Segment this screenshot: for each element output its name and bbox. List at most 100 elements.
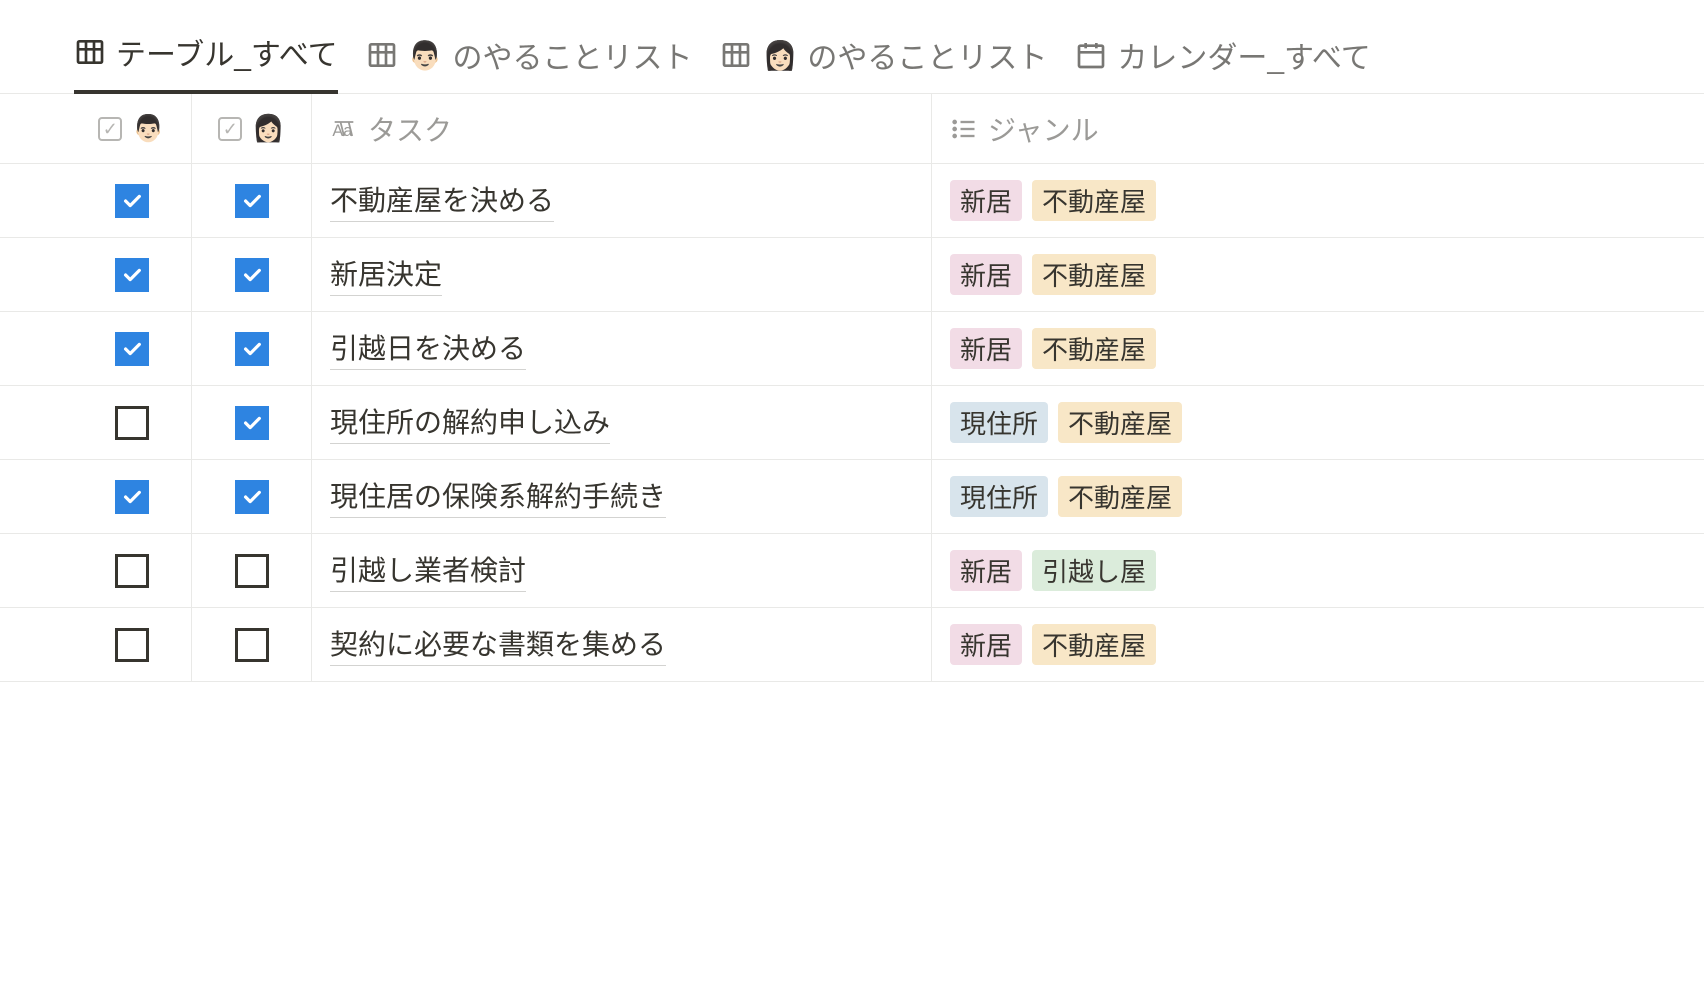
tag-realtor: 不動産屋 <box>1032 624 1156 665</box>
column-header-person1[interactable]: 👨🏻 <box>72 94 192 163</box>
table-row: 引越し業者検討 新居引越し屋 <box>0 534 1704 608</box>
tab-3[interactable]: カレンダー_すべて <box>1075 33 1370 93</box>
row-left-pad <box>0 238 72 311</box>
view-tabs: テーブル_すべて👨🏻のやることリスト👩🏻のやることリストカレンダー_すべて <box>0 0 1704 94</box>
table-header: 👨🏻 👩🏻 Aa タスク ジャンル <box>0 94 1704 164</box>
cell-genre[interactable]: 現住所不動産屋 <box>932 460 1704 533</box>
header-left-pad <box>0 94 72 163</box>
person2-checkbox[interactable] <box>235 332 269 366</box>
calendar-icon <box>1075 39 1107 71</box>
tab-label: のやることリスト <box>452 33 692 77</box>
cell-person2 <box>192 460 312 533</box>
task-title[interactable]: 引越し業者検討 <box>330 549 526 592</box>
person2-checkbox[interactable] <box>235 406 269 440</box>
cell-person2 <box>192 534 312 607</box>
cell-genre[interactable]: 現住所不動産屋 <box>932 386 1704 459</box>
person2-checkbox[interactable] <box>235 554 269 588</box>
tag-realtor: 不動産屋 <box>1032 254 1156 295</box>
cell-person1 <box>72 608 192 681</box>
multiselect-property-icon <box>950 115 978 143</box>
cell-person2 <box>192 164 312 237</box>
tag-realtor: 不動産屋 <box>1058 402 1182 443</box>
cell-task[interactable]: 契約に必要な書類を集める <box>312 608 932 681</box>
row-left-pad <box>0 164 72 237</box>
column-header-task[interactable]: Aa タスク <box>312 94 932 163</box>
task-column-label: タスク <box>368 109 452 149</box>
table-icon <box>74 36 106 68</box>
task-title[interactable]: 引越日を決める <box>330 327 526 370</box>
task-title[interactable]: 契約に必要な書類を集める <box>330 623 666 666</box>
tab-1[interactable]: 👨🏻 のやることリスト <box>366 33 693 93</box>
table-icon <box>366 39 398 71</box>
cell-task[interactable]: 現住所の解約申し込み <box>312 386 932 459</box>
task-title[interactable]: 不動産屋を決める <box>330 179 554 222</box>
text-property-icon: Aa <box>330 115 358 143</box>
tag-mover: 引越し屋 <box>1032 550 1156 591</box>
tag-new_home: 新居 <box>950 180 1022 221</box>
cell-genre[interactable]: 新居不動産屋 <box>932 312 1704 385</box>
table-row: 不動産屋を決める 新居不動産屋 <box>0 164 1704 238</box>
tab-emoji: 👩🏻 <box>762 39 797 72</box>
checkbox-property-icon <box>98 117 122 141</box>
person1-checkbox[interactable] <box>115 184 149 218</box>
tab-emoji: 👨🏻 <box>408 39 443 72</box>
row-left-pad <box>0 312 72 385</box>
cell-person1 <box>72 238 192 311</box>
table-row: 現住居の保険系解約手続き 現住所不動産屋 <box>0 460 1704 534</box>
task-title[interactable]: 現住所の解約申し込み <box>330 401 610 444</box>
person1-checkbox[interactable] <box>115 628 149 662</box>
person2-checkbox[interactable] <box>235 184 269 218</box>
person2-checkbox[interactable] <box>235 628 269 662</box>
cell-task[interactable]: 新居決定 <box>312 238 932 311</box>
table-row: 新居決定 新居不動産屋 <box>0 238 1704 312</box>
person2-emoji: 👩🏻 <box>252 113 284 144</box>
person1-checkbox[interactable] <box>115 480 149 514</box>
tag-realtor: 不動産屋 <box>1032 180 1156 221</box>
cell-person1 <box>72 312 192 385</box>
task-title[interactable]: 新居決定 <box>330 253 442 296</box>
cell-person1 <box>72 386 192 459</box>
tag-realtor: 不動産屋 <box>1032 328 1156 369</box>
column-header-genre[interactable]: ジャンル <box>932 94 1704 163</box>
person1-checkbox[interactable] <box>115 258 149 292</box>
column-header-person2[interactable]: 👩🏻 <box>192 94 312 163</box>
cell-task[interactable]: 引越し業者検討 <box>312 534 932 607</box>
person1-checkbox[interactable] <box>115 332 149 366</box>
person2-checkbox[interactable] <box>235 480 269 514</box>
cell-task[interactable]: 現住居の保険系解約手続き <box>312 460 932 533</box>
cell-genre[interactable]: 新居不動産屋 <box>932 164 1704 237</box>
table-icon <box>720 39 752 71</box>
task-title[interactable]: 現住居の保険系解約手続き <box>330 475 666 518</box>
tab-2[interactable]: 👩🏻 のやることリスト <box>720 33 1047 93</box>
tab-label: のやることリスト <box>807 33 1047 77</box>
cell-person1 <box>72 534 192 607</box>
table-row: 現住所の解約申し込み 現住所不動産屋 <box>0 386 1704 460</box>
cell-task[interactable]: 不動産屋を決める <box>312 164 932 237</box>
database-table: 👨🏻 👩🏻 Aa タスク ジャンル 不動産屋を決める新居不動産屋新居決定新居不動… <box>0 94 1704 682</box>
table-row: 引越日を決める 新居不動産屋 <box>0 312 1704 386</box>
person2-checkbox[interactable] <box>235 258 269 292</box>
cell-genre[interactable]: 新居不動産屋 <box>932 608 1704 681</box>
person1-emoji: 👨🏻 <box>132 113 164 144</box>
tag-new_home: 新居 <box>950 550 1022 591</box>
cell-genre[interactable]: 新居引越し屋 <box>932 534 1704 607</box>
row-left-pad <box>0 460 72 533</box>
person1-checkbox[interactable] <box>115 406 149 440</box>
tag-new_home: 新居 <box>950 328 1022 369</box>
tag-new_home: 新居 <box>950 624 1022 665</box>
tab-label: テーブル_すべて <box>116 30 338 74</box>
svg-text:Aa: Aa <box>332 122 353 140</box>
cell-genre[interactable]: 新居不動産屋 <box>932 238 1704 311</box>
tag-realtor: 不動産屋 <box>1058 476 1182 517</box>
tab-0[interactable]: テーブル_すべて <box>74 30 338 94</box>
row-left-pad <box>0 386 72 459</box>
tag-current: 現住所 <box>950 402 1048 443</box>
table-row: 契約に必要な書類を集める 新居不動産屋 <box>0 608 1704 682</box>
row-left-pad <box>0 608 72 681</box>
cell-person2 <box>192 312 312 385</box>
row-left-pad <box>0 534 72 607</box>
cell-person1 <box>72 164 192 237</box>
cell-task[interactable]: 引越日を決める <box>312 312 932 385</box>
tag-new_home: 新居 <box>950 254 1022 295</box>
person1-checkbox[interactable] <box>115 554 149 588</box>
